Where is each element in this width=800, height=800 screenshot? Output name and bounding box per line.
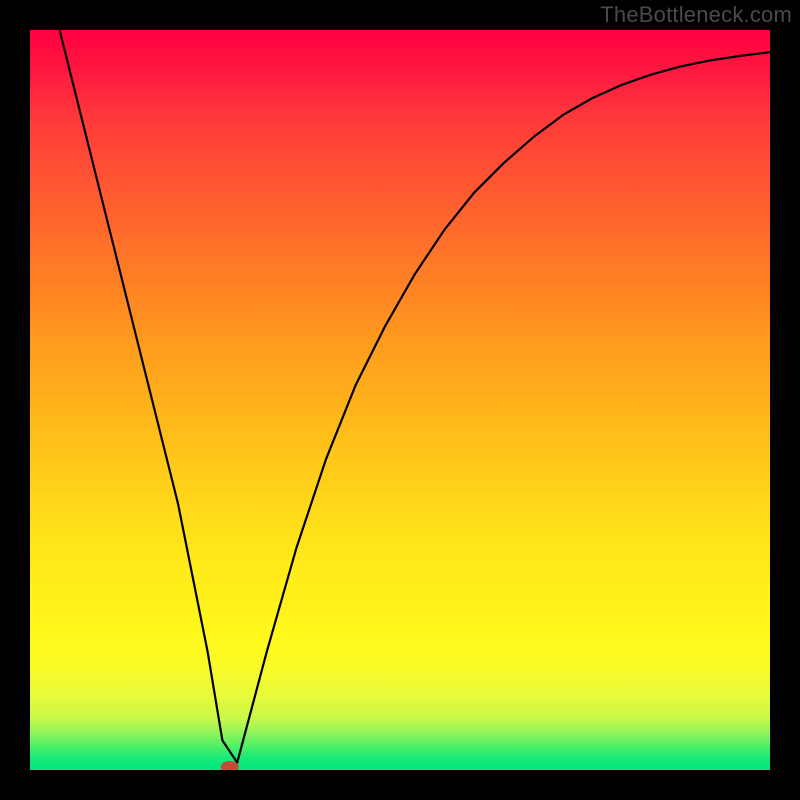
bottleneck-curve: [60, 30, 770, 763]
chart-frame: TheBottleneck.com: [0, 0, 800, 800]
curve-layer: [30, 30, 770, 770]
watermark-text: TheBottleneck.com: [600, 2, 792, 28]
plot-area: [30, 30, 770, 770]
